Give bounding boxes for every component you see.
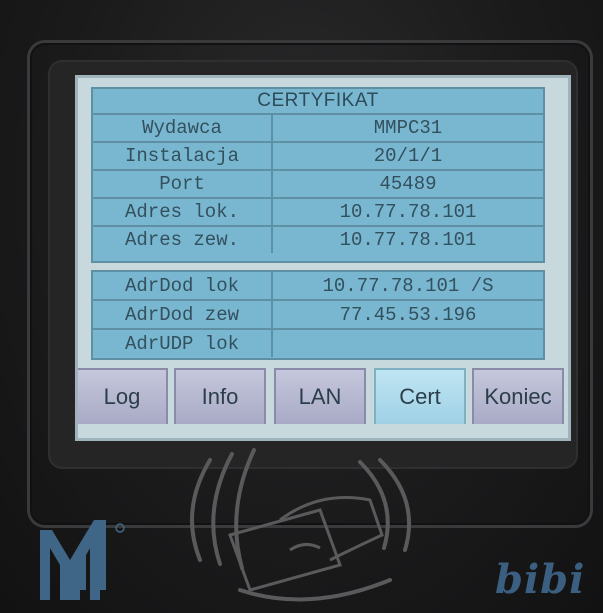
- row-value: 45489: [379, 173, 437, 195]
- row-label: AdrUDP lok: [93, 330, 273, 357]
- row-value: MMPC31: [373, 117, 443, 139]
- row-value: 10.77.78.101: [339, 229, 477, 251]
- tab-lan[interactable]: LAN: [274, 368, 366, 424]
- additional-address-panel: AdrDod lok 10.77.78.101 /S AdrDod zew 77…: [91, 270, 545, 360]
- tab-log[interactable]: Log: [78, 368, 168, 424]
- row-value: [273, 330, 543, 357]
- table-row: Wydawca MMPC31: [93, 115, 543, 143]
- lcd-screen: CERTYFIKAT Wydawca MMPC31 Instalacja 20/…: [78, 78, 568, 438]
- mm-logo-icon: [40, 520, 125, 600]
- table-row: Adres lok. 10.77.78.101: [93, 199, 543, 227]
- card-reader-icon: [190, 448, 412, 602]
- row-label: Wydawca: [93, 115, 273, 141]
- row-value: 10.77.78.101: [339, 201, 477, 223]
- row-label: AdrDod lok: [93, 272, 273, 299]
- row-value: 77.45.53.196: [339, 303, 477, 326]
- row-value: 10.77.78.101 /S: [322, 274, 494, 297]
- certificate-title: CERTYFIKAT: [93, 89, 543, 115]
- table-row: AdrDod lok 10.77.78.101 /S: [93, 272, 543, 301]
- table-row: AdrDod zew 77.45.53.196: [93, 301, 543, 330]
- row-label: Instalacja: [93, 143, 273, 169]
- certificate-panel: CERTYFIKAT Wydawca MMPC31 Instalacja 20/…: [91, 87, 545, 263]
- tab-cert[interactable]: Cert: [374, 368, 466, 424]
- bibi-logo: bibi: [495, 556, 586, 603]
- row-label: AdrDod zew: [93, 301, 273, 328]
- table-row: AdrUDP lok: [93, 330, 543, 357]
- row-label: Adres lok.: [93, 199, 273, 225]
- tab-koniec[interactable]: Koniec: [472, 368, 564, 424]
- device-body: CERTYFIKAT Wydawca MMPC31 Instalacja 20/…: [0, 0, 603, 613]
- row-label: Adres zew.: [93, 227, 273, 253]
- table-row: Instalacja 20/1/1: [93, 143, 543, 171]
- table-row: Port 45489: [93, 171, 543, 199]
- table-row: Adres zew. 10.77.78.101: [93, 227, 543, 253]
- tab-bar: Log Info LAN Cert Koniec: [78, 368, 568, 438]
- row-value: 20/1/1: [373, 145, 443, 167]
- tab-info[interactable]: Info: [174, 368, 266, 424]
- row-label: Port: [93, 171, 273, 197]
